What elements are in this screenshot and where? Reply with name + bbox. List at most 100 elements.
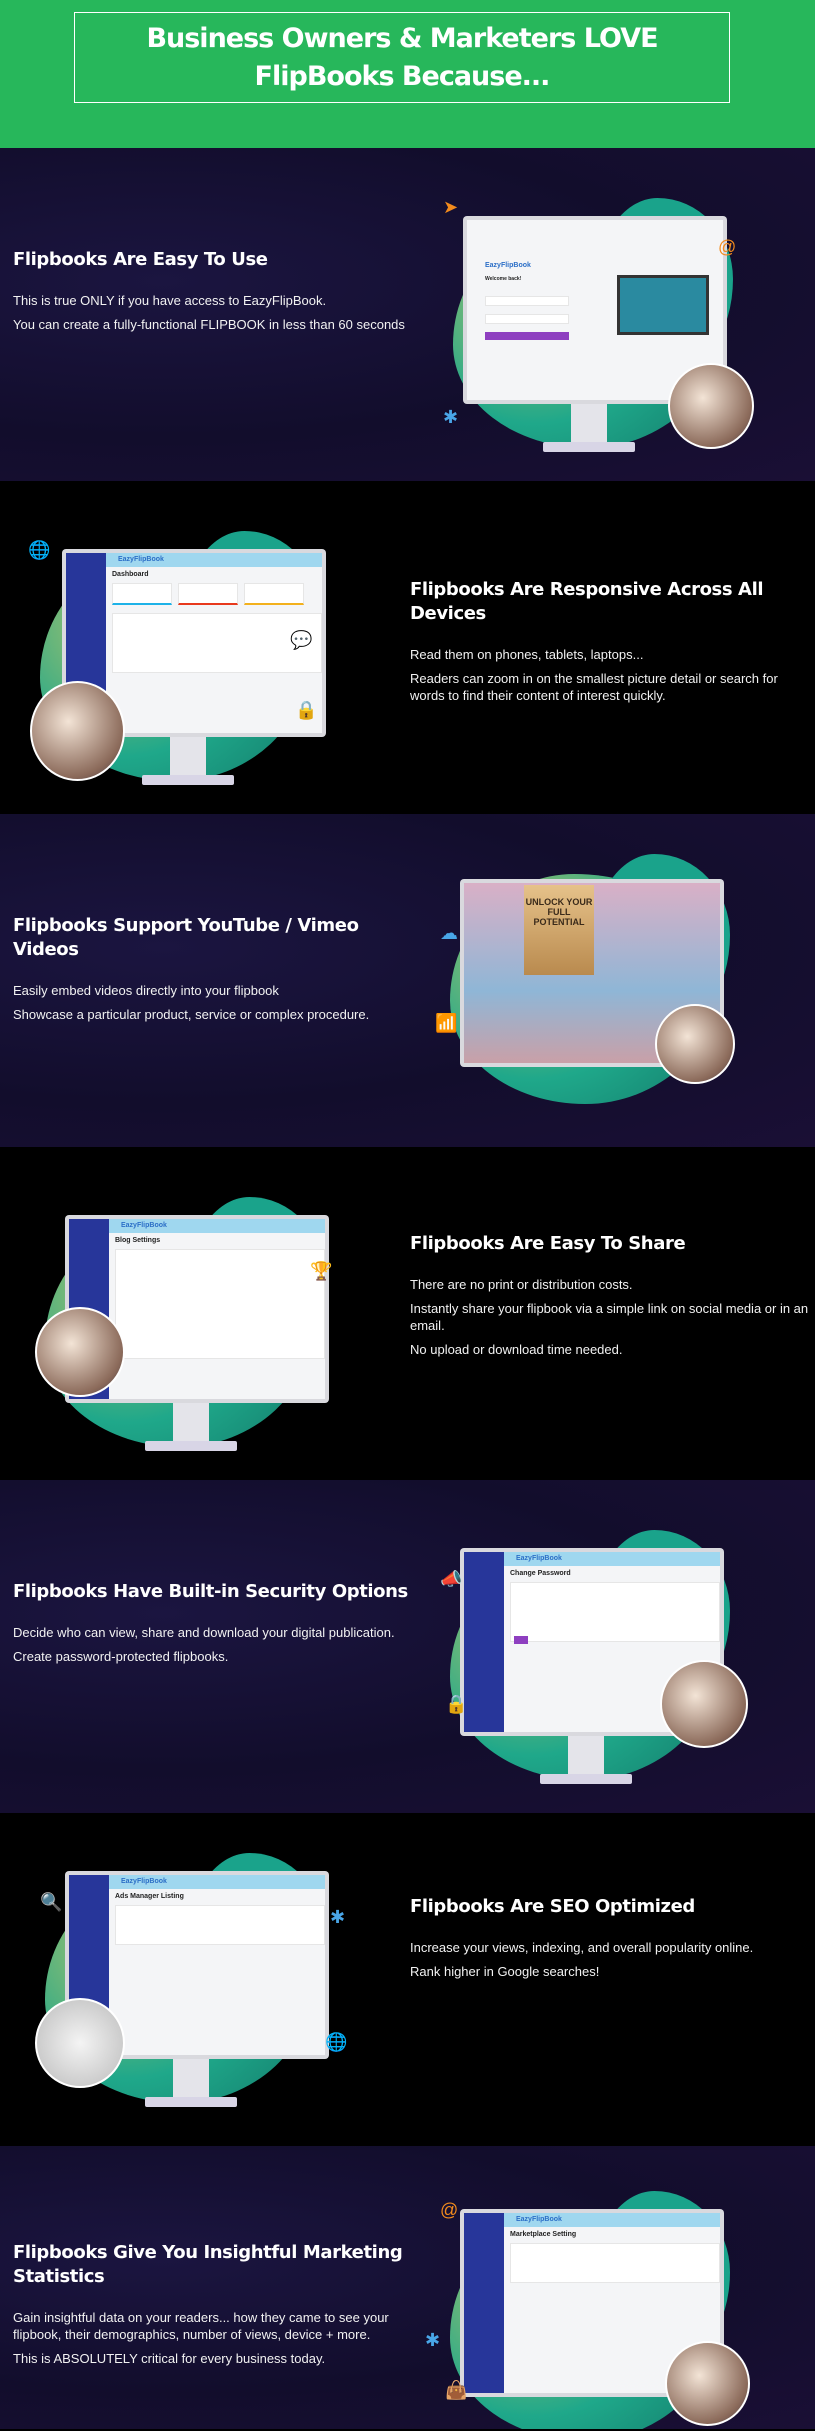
phones-photo (35, 1307, 125, 1397)
eazyflipbook-logo: EazyFlipBook (118, 556, 164, 563)
marketplace-monitor-illustration: EazyFlipBook Marketplace Setting @ ✱ 👜 (425, 2191, 750, 2429)
screen-title: Dashboard (112, 571, 149, 578)
password-field (485, 314, 569, 324)
feature-heading: Flipbooks Are SEO Optimized (410, 1896, 695, 1917)
eazyflipbook-logo: EazyFlipBook (516, 1555, 562, 1562)
globe-icon: 🌐 (28, 540, 51, 560)
feature-paragraph: Gain insightful data on your readers... … (13, 2310, 389, 2342)
screen-title: Change Password (510, 1570, 571, 1577)
flipbook-cover: UNLOCK YOUR FULL POTENTIAL (524, 885, 594, 975)
laptop-photo (30, 681, 125, 781)
feature-paragraph: Readers can zoom in on the smallest pict… (410, 671, 778, 703)
monitor-stand (173, 2059, 209, 2097)
hero-title-box: Business Owners & Marketers LOVE FlipBook… (74, 12, 730, 103)
chat-bubble-icon: 💬 (290, 630, 313, 650)
sidebar (464, 2213, 504, 2393)
feature-paragraph: Decide who can view, share and download … (13, 1625, 395, 1640)
feature-paragraph: Rank higher in Google searches! (410, 1964, 600, 1979)
at-sign-icon: @ (440, 2200, 459, 2220)
change-password-monitor-illustration: EazyFlipBook Change Password 📣 🔒 (440, 1530, 748, 1810)
stat-card (178, 583, 238, 605)
password-form (510, 1582, 720, 1642)
ads-table (115, 1905, 325, 1945)
sidebar (464, 1552, 504, 1732)
trophy-icon: 🏆 (310, 1261, 333, 1281)
feature-text: Flipbooks Have Built-in Security Options… (13, 1580, 413, 1672)
feature-video: Flipbooks Support YouTube / Vimeo Videos… (0, 814, 815, 1147)
feature-text: Flipbooks Are Easy To Share There are no… (410, 1232, 810, 1365)
hero-banner: Business Owners & Marketers LOVE FlipBook… (0, 0, 815, 148)
monitor-base (145, 1441, 237, 1451)
monitor-stand (173, 1403, 209, 1441)
eazyflipbook-logo: EazyFlipBook (516, 2216, 562, 2223)
feature-paragraph: No upload or download time needed. (410, 1342, 623, 1357)
globe-icon: 🌐 (325, 2032, 348, 2052)
monitor-base (142, 775, 234, 785)
feature-paragraph: Instantly share your flipbook via a simp… (410, 1301, 809, 1333)
feature-heading: Flipbooks Are Responsive Across All Devi… (410, 579, 764, 624)
analytics-photo (665, 2341, 750, 2426)
feature-heading: Flipbooks Give You Insightful Marketing … (13, 2242, 403, 2287)
feature-security: Flipbooks Have Built-in Security Options… (0, 1480, 815, 1813)
monitor-stand (571, 404, 607, 442)
feature-heading: Flipbooks Are Easy To Use (13, 249, 268, 270)
paper-plane-icon: ➤ (443, 197, 459, 217)
stat-card (244, 583, 304, 605)
feature-heading: Flipbooks Are Easy To Share (410, 1233, 686, 1254)
screen-title: Blog Settings (115, 1237, 161, 1244)
feature-share: EazyFlipBook Blog Settings 🏆 Flipbooks A… (0, 1147, 815, 1480)
feature-paragraph: Increase your views, indexing, and overa… (410, 1940, 754, 1955)
feature-heading: Flipbooks Have Built-in Security Options (13, 1581, 408, 1602)
feature-statistics: Flipbooks Give You Insightful Marketing … (0, 2146, 815, 2429)
gear-icon: ✱ (330, 1907, 346, 1927)
person-photo (668, 363, 754, 449)
monitor-base (543, 442, 635, 452)
eazyflipbook-logo: EazyFlipBook (121, 1222, 167, 1229)
feature-text: Flipbooks Are SEO Optimized Increase you… (410, 1895, 810, 1987)
feature-paragraph: Showcase a particular product, service o… (13, 1007, 370, 1022)
feature-text: Flipbooks Are Responsive Across All Devi… (410, 578, 810, 711)
feature-paragraph: This is ABSOLUTELY critical for every bu… (13, 2351, 326, 2366)
shopping-bag-icon: 👜 (445, 2380, 468, 2400)
magnifier-icon: 🔍 (40, 1892, 63, 1912)
feature-seo: EazyFlipBook Ads Manager Listing 🔍 ✱ 🌐 F… (0, 1813, 815, 2146)
search-photo (35, 1998, 125, 2088)
feature-text: Flipbooks Are Easy To Use This is true O… (13, 248, 413, 340)
monitor-base (540, 1774, 632, 1784)
login-button (485, 332, 569, 340)
login-monitor-illustration: EazyFlipBook Welcome back! ➤ @ ✱ (443, 197, 754, 478)
feature-heading: Flipbooks Support YouTube / Vimeo Videos (13, 915, 359, 960)
feature-text: Flipbooks Support YouTube / Vimeo Videos… (13, 914, 413, 1030)
gear-icon: ✱ (425, 2330, 441, 2350)
wifi-icon: 📶 (435, 1013, 458, 1033)
monitor-base (145, 2097, 237, 2107)
phone-photo (660, 1660, 748, 1748)
laptop-image (617, 275, 709, 335)
at-sign-icon: @ (718, 237, 737, 257)
ads-manager-monitor-illustration: EazyFlipBook Ads Manager Listing 🔍 ✱ 🌐 (35, 1853, 347, 2133)
video-monitor-illustration: UNLOCK YOUR FULL POTENTIAL ☁ 📶 (435, 854, 740, 1134)
screen-title: Marketplace Setting (510, 2231, 577, 2238)
gear-icon: ✱ (443, 407, 459, 427)
email-field (485, 296, 569, 306)
update-button (514, 1636, 528, 1644)
monitor-stand (170, 737, 206, 775)
feature-paragraph: Create password-protected flipbooks. (13, 1649, 229, 1664)
cloud-icon: ☁ (440, 923, 458, 943)
settings-form (115, 1249, 325, 1359)
padlock-icon: 🔒 (445, 1694, 468, 1714)
feature-paragraph: Easily embed videos directly into your f… (13, 983, 279, 998)
feature-easy-to-use: Flipbooks Are Easy To Use This is true O… (0, 148, 815, 481)
monitor-stand (568, 1736, 604, 1774)
marketplace-form (510, 2243, 720, 2283)
feature-responsive: EazyFlipBook Dashboard 🌐 💬 🔒 Flipbooks A… (0, 481, 815, 814)
feature-text: Flipbooks Give You Insightful Marketing … (13, 2241, 413, 2374)
feature-paragraph: This is true ONLY if you have access to … (13, 293, 327, 308)
hero-title: Business Owners & Marketers LOVE FlipBook… (146, 22, 658, 92)
eazyflipbook-logo: EazyFlipBook (485, 262, 531, 269)
feature-paragraph: There are no print or distribution costs… (410, 1277, 633, 1292)
dashboard-monitor-illustration: EazyFlipBook Dashboard 🌐 💬 🔒 (28, 531, 330, 811)
screen-title: Ads Manager Listing (115, 1893, 184, 1900)
eazyflipbook-logo: EazyFlipBook (121, 1878, 167, 1885)
feature-paragraph: You can create a fully-functional FLIPBO… (13, 317, 405, 332)
